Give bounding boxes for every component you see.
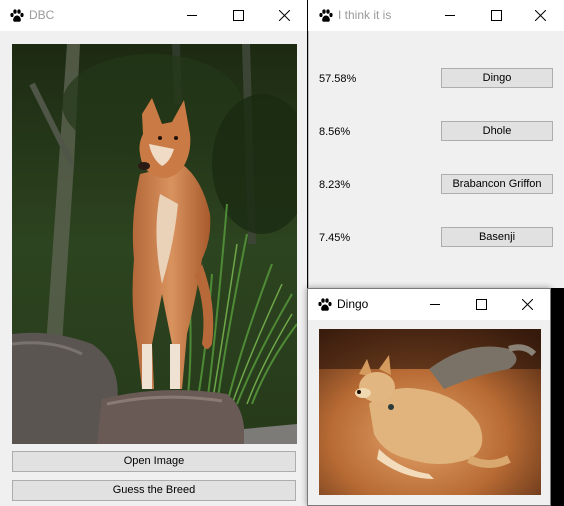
close-icon — [522, 299, 533, 310]
window-title: DBC — [29, 8, 55, 22]
guess-breed-button[interactable]: Guess the Breed — [12, 480, 296, 501]
breed-window: Dingo — [307, 288, 551, 506]
minimize-icon — [445, 15, 455, 16]
maximize-button[interactable] — [459, 289, 505, 320]
close-button[interactable] — [262, 0, 308, 31]
result-breed-button[interactable]: Brabancon Griffon — [441, 174, 553, 194]
result-breed-button[interactable]: Dingo — [441, 68, 553, 88]
maximize-icon — [476, 299, 487, 310]
paw-icon — [318, 298, 332, 311]
maximize-icon — [491, 10, 502, 21]
result-percent: 8.56% — [319, 126, 351, 138]
result-percent: 8.23% — [319, 179, 351, 191]
minimize-icon — [430, 304, 440, 305]
minimize-button[interactable] — [170, 0, 216, 31]
result-percent: 57.58% — [319, 73, 357, 85]
maximize-button[interactable] — [474, 0, 520, 31]
paw-icon — [319, 9, 333, 22]
minimize-button[interactable] — [428, 0, 474, 31]
close-button[interactable] — [518, 0, 564, 31]
close-icon — [279, 10, 290, 21]
main-window: DBC Open Image Guess the Breed — [0, 0, 307, 506]
window-border — [308, 0, 309, 288]
result-breed-button[interactable]: Basenji — [441, 227, 553, 247]
maximize-button[interactable] — [216, 0, 262, 31]
results-titlebar[interactable]: I think it is — [308, 0, 564, 31]
open-image-button[interactable]: Open Image — [12, 451, 296, 472]
close-button[interactable] — [505, 289, 551, 320]
breed-photo — [319, 329, 541, 495]
paw-icon — [10, 9, 24, 22]
results-window: I think it is 57.58% Dingo 8.56% Dhole 8… — [308, 0, 564, 288]
result-percent: 7.45% — [319, 232, 351, 244]
close-icon — [535, 10, 546, 21]
window-title: Dingo — [337, 297, 369, 311]
window-title: I think it is — [338, 8, 392, 22]
minimize-button[interactable] — [413, 289, 459, 320]
dog-photo — [12, 44, 297, 444]
minimize-icon — [187, 15, 197, 16]
maximize-icon — [233, 10, 244, 21]
result-breed-button[interactable]: Dhole — [441, 121, 553, 141]
breed-titlebar[interactable]: Dingo — [308, 289, 550, 320]
main-titlebar[interactable]: DBC — [0, 0, 307, 31]
